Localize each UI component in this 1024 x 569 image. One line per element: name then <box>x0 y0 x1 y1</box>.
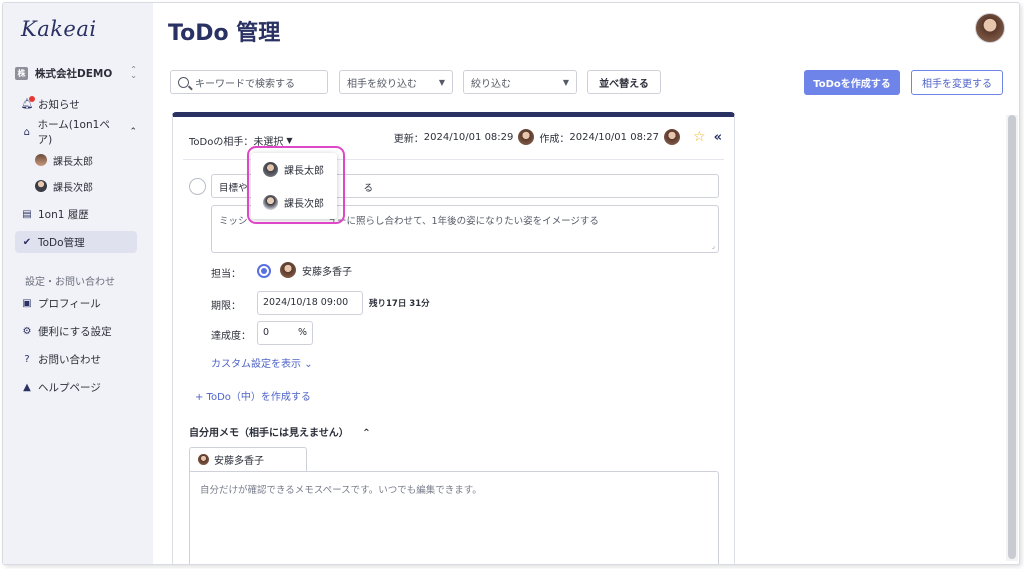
company-badge: 株 <box>15 66 28 80</box>
sidebar-item-todo[interactable]: ✔ ToDo管理 <box>15 231 137 253</box>
created-value: 2024/10/01 08:27 <box>569 131 660 143</box>
updown-chevron-icon: ⌃ ⌄ <box>130 65 137 80</box>
updated-value: 2024/10/01 08:29 <box>423 131 514 143</box>
scrollbar[interactable] <box>1006 115 1018 561</box>
memo-title-label: 自分用メモ（相手には見えません） <box>189 428 349 439</box>
progress-label: 達成度： <box>211 331 251 342</box>
search-placeholder: キーワードで検索する <box>195 78 295 90</box>
sidebar-item-label: 課長次郎 <box>53 182 93 194</box>
search-input[interactable]: キーワードで検索する <box>170 70 328 94</box>
chevron-up-icon: ⌃ <box>362 428 371 439</box>
sidebar-item-pair-jiro[interactable]: 課長次郎 <box>29 175 137 197</box>
collapse-icon[interactable]: « <box>714 130 722 145</box>
sidebar-item-label: ToDo管理 <box>38 236 85 249</box>
assignee-label: 担当： <box>211 269 241 280</box>
created-label: 作成： <box>539 133 570 145</box>
id-card-icon: ▣ <box>22 297 32 309</box>
memo-tab-label: 安藤多香子 <box>214 456 264 467</box>
todo-title-start: 目標や <box>219 183 248 194</box>
remaining-time: 残り17日 31分 <box>369 299 430 309</box>
sidebar-item-label: 課長太郎 <box>53 156 93 168</box>
notification-dot <box>29 96 35 102</box>
caret-down-icon: ▼ <box>562 77 569 87</box>
deadline-input[interactable]: 2024/10/18 09:00 <box>257 291 363 315</box>
app-window: Kakeai 株 株式会社DEMO ⌃ ⌄ 🔔︎ お知らせ ⌂ ホーム(1on1ペ… <box>2 2 1020 565</box>
home-icon: ⌂ <box>23 126 30 138</box>
add-sub-todo-link[interactable]: + ToDo（中）を作成する <box>195 388 311 403</box>
progress-value: 0 <box>263 327 270 338</box>
sidebar-item-label: 便利にする設定 <box>38 325 112 338</box>
sidebar: Kakeai 株 株式会社DEMO ⌃ ⌄ 🔔︎ お知らせ ⌂ ホーム(1on1ペ… <box>3 3 153 564</box>
sidebar-item-settings[interactable]: ⚙ 便利にする設定 <box>15 320 137 342</box>
chevron-down-icon: ⌄ <box>304 359 313 370</box>
create-todo-button[interactable]: ToDoを作成する <box>804 70 900 95</box>
chevron-up-icon[interactable]: ⌃ <box>129 127 137 137</box>
sidebar-item-label: ヘルプページ <box>38 381 101 394</box>
gear-icon: ⚙ <box>22 325 32 337</box>
narrow-filter-select[interactable]: 絞り込む ▼ <box>463 70 577 94</box>
sidebar-item-profile[interactable]: ▣ プロフィール <box>15 292 137 314</box>
todo-title-end: る <box>363 183 374 194</box>
history-icon: ▤ <box>22 208 32 220</box>
caret-down-icon: ▼ <box>286 136 293 145</box>
sidebar-item-notifications[interactable]: 🔔︎ お知らせ <box>15 93 137 115</box>
deadline-label: 期限： <box>211 301 241 312</box>
check-circle-icon: ✔ <box>22 236 32 248</box>
bell-icon: 🔔︎ <box>21 96 35 110</box>
narrow-filter-label: 絞り込む <box>471 78 511 90</box>
avatar <box>35 154 47 166</box>
search-icon <box>178 76 189 88</box>
sidebar-item-label: お知らせ <box>38 98 80 111</box>
custom-settings-label: カスタム設定を表示 <box>211 359 301 370</box>
assignee-name: 安藤多香子 <box>302 266 352 278</box>
creator-avatar <box>664 129 681 145</box>
partner-filter-select[interactable]: 相手を絞り込む ▼ <box>339 70 453 94</box>
avatar <box>35 180 47 192</box>
settings-section-label: 設定・お問い合わせ <box>25 277 115 288</box>
highlight-outline <box>247 146 345 224</box>
memo-textarea[interactable]: 自分だけが確認できるメモスペースです。いつでも編集できます。 <box>189 471 719 564</box>
graduation-cap-icon: ▲ <box>23 381 31 393</box>
change-partner-button[interactable]: 相手を変更する <box>911 70 1003 95</box>
custom-settings-link[interactable]: カスタム設定を表示 ⌄ <box>211 355 313 370</box>
partner-filter-label: 相手を絞り込む <box>347 78 417 90</box>
resize-handle-icon[interactable]: ⌟ <box>712 242 715 250</box>
user-avatar[interactable] <box>975 13 1005 43</box>
question-icon: ? <box>24 353 30 365</box>
memo-tab[interactable]: 安藤多香子 <box>189 447 307 471</box>
sort-button[interactable]: 並べ替える <box>587 70 661 94</box>
memo-title[interactable]: 自分用メモ（相手には見えません） ⌃ <box>189 424 371 439</box>
partner-label: ToDoの相手： <box>189 137 254 148</box>
sidebar-item-label: ホーム(1on1ペア) <box>37 119 110 146</box>
app-logo[interactable]: Kakeai <box>21 17 97 41</box>
sidebar-item-home[interactable]: ⌂ ホーム(1on1ペア) ⌃ <box>15 119 137 146</box>
todo-description-end: ューに照らし合わせて、1年後の姿になりたい姿をイメージする <box>327 216 599 227</box>
star-icon[interactable]: ☆ <box>693 129 706 145</box>
sidebar-item-contact[interactable]: ? お問い合わせ <box>15 348 137 370</box>
todo-description-start: ミッシ <box>219 216 248 227</box>
scrollbar-thumb[interactable] <box>1008 115 1016 559</box>
assignee: 安藤多香子 <box>280 262 352 278</box>
sidebar-item-label: お問い合わせ <box>38 353 101 366</box>
updated-label: 更新： <box>393 133 424 145</box>
complete-checkbox[interactable] <box>189 178 206 195</box>
updater-avatar <box>518 129 535 145</box>
sidebar-item-pair-taro[interactable]: 課長太郎 <box>29 149 137 171</box>
progress-unit: % <box>297 327 307 338</box>
company-name: 株式会社DEMO <box>35 67 113 80</box>
caret-down-icon: ▼ <box>438 77 445 87</box>
company-switcher[interactable]: 株 株式会社DEMO ⌃ ⌄ <box>15 63 137 83</box>
card-meta: 更新： 2024/10/01 08:29 作成： 2024/10/01 08:2… <box>394 129 722 145</box>
page-title: ToDo 管理 <box>168 21 281 46</box>
progress-input[interactable]: 0 % <box>257 321 313 345</box>
sidebar-item-label: プロフィール <box>38 297 101 310</box>
sidebar-item-help[interactable]: ▲ ヘルプページ <box>15 376 137 398</box>
assignee-avatar <box>280 262 296 278</box>
sidebar-item-label: 1on1 履歴 <box>38 208 89 221</box>
assignee-radio[interactable] <box>257 264 271 278</box>
memo-owner-avatar <box>198 454 209 465</box>
sidebar-item-history[interactable]: ▤ 1on1 履歴 <box>15 203 137 225</box>
